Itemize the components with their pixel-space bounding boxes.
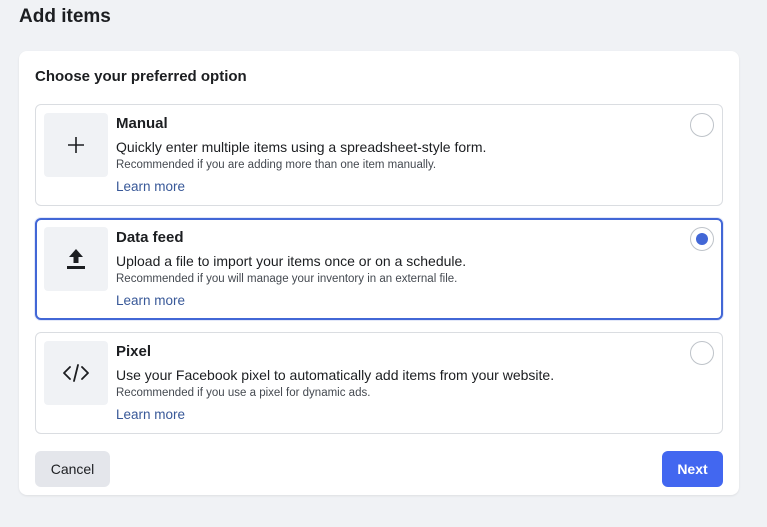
- option-pixel[interactable]: Pixel Use your Facebook pixel to automat…: [35, 332, 723, 434]
- options-card: Choose your preferred option Manual Quic…: [19, 51, 739, 495]
- option-title: Data feed: [116, 229, 184, 246]
- radio-manual[interactable]: [690, 113, 714, 137]
- upload-icon: [44, 227, 108, 291]
- option-manual[interactable]: Manual Quickly enter multiple items usin…: [35, 104, 723, 206]
- radio-pixel[interactable]: [690, 341, 714, 365]
- radio-selected-dot: [696, 233, 708, 245]
- cancel-button[interactable]: Cancel: [35, 451, 110, 487]
- option-recommendation: Recommended if you will manage your inve…: [116, 273, 458, 285]
- option-data-feed[interactable]: Data feed Upload a file to import your i…: [35, 218, 723, 320]
- learn-more-link[interactable]: Learn more: [116, 407, 185, 422]
- plus-icon: [44, 113, 108, 177]
- option-title: Manual: [116, 115, 168, 132]
- option-description: Use your Facebook pixel to automatically…: [116, 367, 555, 383]
- learn-more-link[interactable]: Learn more: [116, 179, 185, 194]
- option-title: Pixel: [116, 343, 152, 360]
- option-description: Quickly enter multiple items using a spr…: [116, 139, 487, 155]
- option-description: Upload a file to import your items once …: [116, 253, 467, 269]
- option-recommendation: Recommended if you are adding more than …: [116, 159, 437, 171]
- code-icon: [44, 341, 108, 405]
- page-title: Add items: [19, 6, 111, 27]
- next-button[interactable]: Next: [662, 451, 723, 487]
- section-title: Choose your preferred option: [35, 68, 247, 85]
- option-recommendation: Recommended if you use a pixel for dynam…: [116, 387, 371, 399]
- learn-more-link[interactable]: Learn more: [116, 293, 185, 308]
- radio-data-feed[interactable]: [690, 227, 714, 251]
